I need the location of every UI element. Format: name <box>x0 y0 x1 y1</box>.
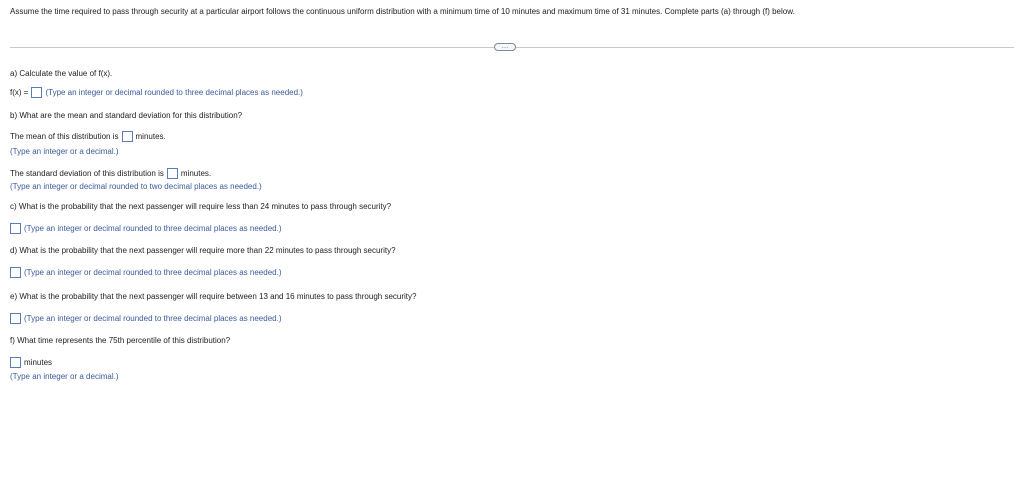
part-f-hint: (Type an integer or a decimal.) <box>10 372 119 381</box>
part-e-question: e) What is the probability that the next… <box>10 292 417 301</box>
part-b-question: b) What are the mean and standard deviat… <box>10 111 243 120</box>
part-f-question: f) What time represents the 75th percent… <box>10 336 231 345</box>
sd-row: The standard deviation of this distribut… <box>10 168 211 179</box>
part-a-answer-row: f(x) = (Type an integer or decimal round… <box>10 87 303 98</box>
part-d-input[interactable] <box>10 267 21 278</box>
sd-input[interactable] <box>166 168 178 179</box>
sd-label: The standard deviation of this distribut… <box>10 169 164 178</box>
fx-input[interactable] <box>31 87 43 98</box>
part-e-hint: (Type an integer or decimal rounded to t… <box>24 314 282 323</box>
mean-row: The mean of this distribution is minutes… <box>10 131 166 142</box>
mean-unit: minutes. <box>135 132 166 141</box>
part-c-input[interactable] <box>10 223 21 234</box>
part-d-hint: (Type an integer or decimal rounded to t… <box>24 268 282 277</box>
part-d-answer-row: (Type an integer or decimal rounded to t… <box>10 267 281 278</box>
mean-hint: (Type an integer or a decimal.) <box>10 147 119 156</box>
part-e-input[interactable] <box>10 313 21 324</box>
part-f-input[interactable] <box>10 357 21 368</box>
question-stem: Assume the time required to pass through… <box>10 7 795 16</box>
part-f-answer-row: minutes <box>10 357 52 368</box>
sd-unit: minutes. <box>180 169 212 178</box>
mean-input[interactable] <box>121 131 133 142</box>
part-e-answer-row: (Type an integer or decimal rounded to t… <box>10 313 281 324</box>
sd-hint: (Type an integer or decimal rounded to t… <box>10 182 262 191</box>
part-a-hint: (Type an integer or decimal rounded to t… <box>45 88 303 97</box>
part-a-question: a) Calculate the value of f(x). <box>10 69 113 78</box>
part-f-unit: minutes <box>24 358 53 367</box>
part-c-question: c) What is the probability that the next… <box>10 202 392 211</box>
more-options-button[interactable]: … <box>494 43 516 51</box>
fx-label: f(x) = <box>10 88 29 97</box>
part-c-answer-row: (Type an integer or decimal rounded to t… <box>10 223 281 234</box>
part-d-question: d) What is the probability that the next… <box>10 246 396 255</box>
part-c-hint: (Type an integer or decimal rounded to t… <box>24 224 282 233</box>
mean-label: The mean of this distribution is <box>10 132 119 141</box>
